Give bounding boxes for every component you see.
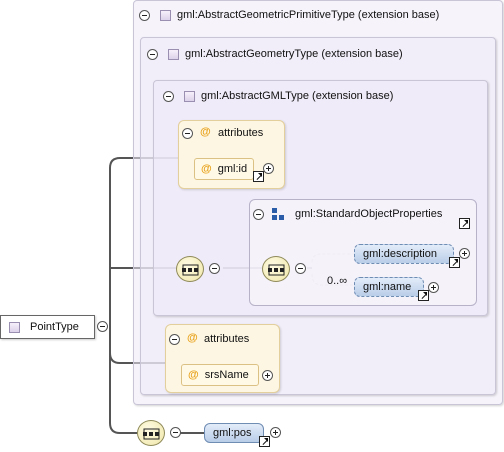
collapse-button[interactable] — [163, 90, 174, 102]
element-label: gml:description — [363, 248, 437, 260]
sequence-compositor[interactable] — [137, 420, 165, 446]
occurrence-label: 0..∞ — [327, 275, 348, 287]
element-gml-pos[interactable]: gml:pos — [204, 423, 264, 443]
sequence-compositor[interactable] — [176, 256, 204, 282]
element-gml-description[interactable]: gml:description — [354, 244, 454, 264]
attribute-label: gml:id — [217, 163, 248, 175]
attributes-title: attributes — [218, 127, 264, 139]
collapse-button[interactable] — [209, 263, 220, 274]
group-label: gml:StandardObjectProperties — [295, 208, 443, 220]
extension-label: gml:AbstractGeometryType (extension base… — [185, 48, 403, 60]
expand-button[interactable] — [270, 427, 281, 438]
reference-arrow-icon[interactable] — [259, 436, 270, 447]
collapse-button[interactable] — [295, 263, 306, 274]
complex-type-icon — [184, 90, 195, 102]
root-element-pointtype[interactable]: PointType — [0, 315, 95, 339]
attribute-at-icon: @ — [188, 369, 199, 381]
collapse-button[interactable] — [147, 48, 158, 60]
attribute-at-icon: @ — [200, 126, 211, 138]
expand-button[interactable] — [262, 370, 273, 381]
collapse-button[interactable] — [170, 427, 181, 438]
collapse-button[interactable] — [97, 321, 108, 332]
collapse-button[interactable] — [182, 128, 193, 139]
reference-arrow-icon[interactable] — [459, 218, 470, 229]
sequence-compositor[interactable] — [262, 256, 290, 282]
element-label: gml:pos — [213, 427, 252, 439]
root-label: PointType — [30, 321, 79, 333]
reference-arrow-icon[interactable] — [253, 171, 264, 182]
sequence-icon — [182, 264, 199, 276]
collapse-button[interactable] — [139, 9, 150, 21]
extension-header: gml:AbstractGMLType (extension base) — [163, 89, 393, 103]
attributes-title: attributes — [204, 333, 250, 345]
attribute-label: srsName — [204, 369, 249, 381]
sequence-icon — [268, 264, 285, 276]
collapse-button[interactable] — [253, 209, 264, 220]
attributes-group-geometry: @ attributes @ srsName — [165, 324, 280, 393]
extension-header: gml:AbstractGeometryType (extension base… — [147, 47, 403, 61]
complex-type-icon — [168, 48, 179, 60]
attribute-srsname[interactable]: @ srsName — [181, 364, 259, 386]
element-label: gml:name — [363, 281, 412, 293]
attributes-group-gml: @ attributes @ gml:id — [178, 120, 285, 189]
expand-button[interactable] — [263, 163, 274, 174]
collapse-button[interactable] — [169, 334, 180, 345]
extension-label: gml:AbstractGMLType (extension base) — [201, 90, 394, 102]
extension-header: gml:AbstractGeometricPrimitiveType (exte… — [139, 8, 439, 22]
element-gml-name[interactable]: gml:name — [354, 277, 424, 297]
attribute-at-icon: @ — [187, 332, 198, 344]
complex-type-icon — [9, 321, 20, 333]
complex-type-icon — [160, 9, 171, 21]
reference-arrow-icon[interactable] — [418, 290, 429, 301]
reference-arrow-icon[interactable] — [449, 257, 460, 268]
expand-button[interactable] — [428, 282, 439, 293]
sequence-icon — [143, 428, 160, 440]
attribute-gml-id[interactable]: @ gml:id — [194, 158, 254, 180]
group-icon — [272, 208, 284, 220]
attribute-at-icon: @ — [201, 163, 212, 175]
expand-button[interactable] — [459, 248, 470, 259]
extension-label: gml:AbstractGeometricPrimitiveType (exte… — [177, 9, 440, 21]
